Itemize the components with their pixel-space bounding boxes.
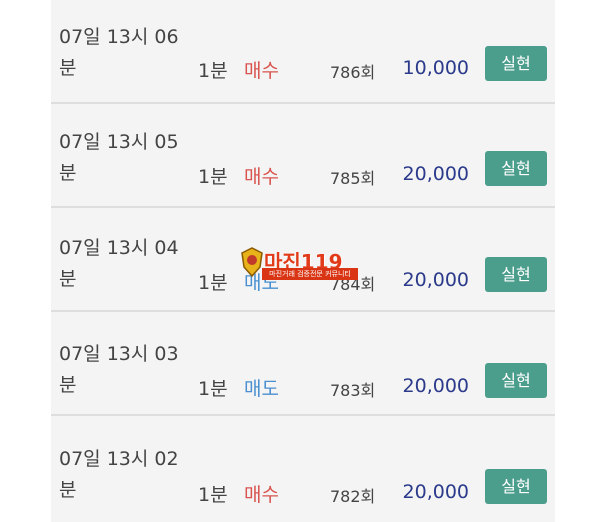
row-side: 매수	[244, 60, 279, 82]
watermark-subtitle: 마진거래 검증전문 커뮤니티	[262, 268, 358, 280]
row-time: 07일 13시 04분	[59, 237, 179, 290]
row-amount: 20,000	[402, 163, 469, 185]
row-duration: 1분	[198, 60, 228, 82]
realize-button[interactable]: 실현	[485, 257, 547, 292]
row-duration: 1분	[198, 378, 228, 400]
row-side: 매수	[244, 166, 279, 188]
realize-button[interactable]: 실현	[485, 151, 547, 186]
row-round: 783회	[330, 381, 376, 400]
table-row: 07일 13시 03분 1분 매도 783회 20,000 실현	[51, 312, 555, 416]
realize-button[interactable]: 실현	[485, 363, 547, 398]
row-time: 07일 13시 03분	[59, 343, 179, 396]
row-side: 매도	[244, 378, 279, 400]
realize-button[interactable]: 실현	[485, 46, 547, 81]
row-time: 07일 13시 05분	[59, 131, 179, 184]
row-round: 786회	[330, 63, 376, 82]
row-round: 785회	[330, 169, 376, 188]
row-duration: 1분	[198, 272, 228, 294]
row-time: 07일 13시 02분	[59, 448, 179, 501]
row-amount: 20,000	[402, 375, 469, 397]
row-amount: 20,000	[402, 481, 469, 503]
table-row: 07일 13시 05분 1분 매수 785회 20,000 실현	[51, 104, 555, 208]
watermark-logo: 마진119 마진거래 검증전문 커뮤니티	[240, 245, 360, 281]
row-side: 매수	[244, 484, 279, 506]
row-round: 782회	[330, 487, 376, 506]
row-amount: 10,000	[402, 57, 469, 79]
row-duration: 1분	[198, 166, 228, 188]
row-amount: 20,000	[402, 269, 469, 291]
row-time: 07일 13시 06분	[59, 26, 179, 79]
table-row: 07일 13시 02분 1분 매수 782회 20,000 실현	[51, 416, 555, 522]
badge-icon	[241, 247, 263, 277]
realize-button[interactable]: 실현	[485, 469, 547, 504]
row-duration: 1분	[198, 484, 228, 506]
table-row: 07일 13시 06분 1분 매수 786회 10,000 실현	[51, 0, 555, 104]
